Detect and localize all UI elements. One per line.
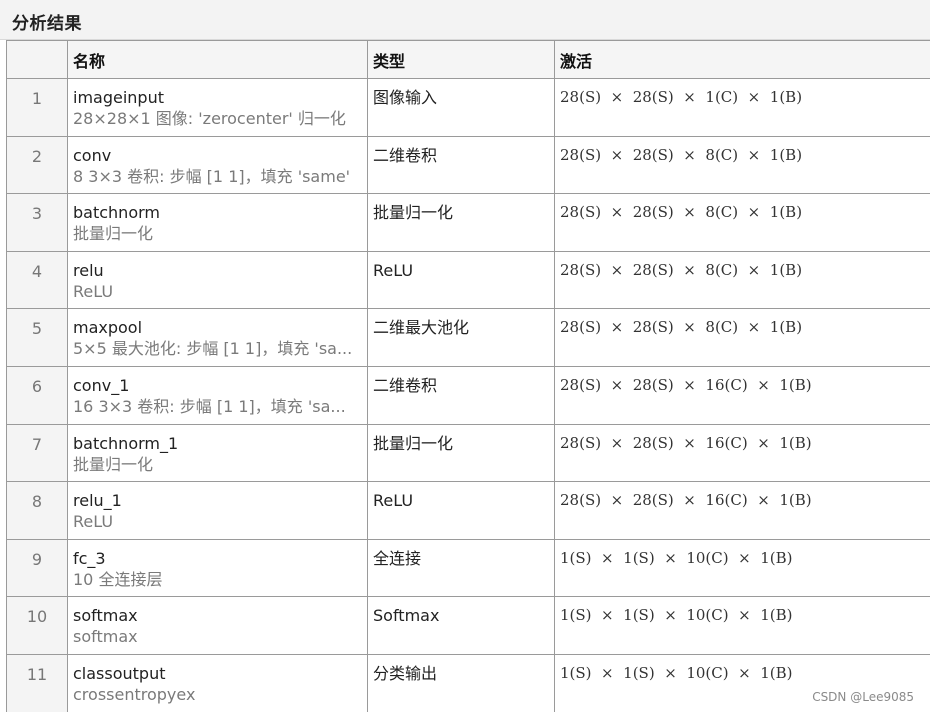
layer-type: Softmax (367, 596, 555, 655)
layer-activation: 28(S) × 28(S) × 16(C) × 1(B) (554, 423, 930, 483)
table-row[interactable]: 9 fc_3 10 全连接层 全连接 1(S) × 1(S) × 10(C) ×… (6, 538, 930, 598)
name-cell: conv 8 3×3 卷积: 步幅 [1 1]，填充 'same' (67, 135, 368, 195)
layer-activation: 28(S) × 28(S) × 8(C) × 1(B) (554, 193, 930, 252)
row-index: 6 (6, 365, 68, 425)
layer-description: 5×5 最大池化: 步幅 [1 1]，填充 'sa... (73, 339, 353, 359)
layer-name: relu_1 (73, 491, 122, 511)
layer-name: softmax (73, 606, 138, 626)
column-header-index[interactable] (6, 40, 68, 79)
layers-table-container[interactable]: 名称 类型 激活 1 imageinput 28×28×1 图像: 'zeroc… (6, 40, 930, 712)
table-row[interactable]: 11 classoutput crossentropyex 分类输出 1(S) … (6, 653, 930, 712)
layer-activation: 1(S) × 1(S) × 10(C) × 1(B) (554, 538, 930, 598)
table-row[interactable]: 8 relu_1 ReLU ReLU 28(S) × 28(S) × 16(C)… (6, 481, 930, 540)
layer-type: 二维最大池化 (367, 308, 555, 367)
layer-activation: 28(S) × 28(S) × 1(C) × 1(B) (554, 78, 930, 137)
table-row[interactable]: 1 imageinput 28×28×1 图像: 'zerocenter' 归一… (6, 78, 930, 137)
row-index: 3 (6, 193, 68, 252)
layer-name: conv (73, 145, 112, 165)
table-row[interactable]: 6 conv_1 16 3×3 卷积: 步幅 [1 1]，填充 'sa... 二… (6, 365, 930, 425)
layer-description: softmax (73, 627, 138, 647)
table-row[interactable]: 10 softmax softmax Softmax 1(S) × 1(S) ×… (6, 596, 930, 655)
column-header-name[interactable]: 名称 (67, 40, 368, 79)
layer-description: crossentropyex (73, 684, 196, 704)
layer-activation: 28(S) × 28(S) × 8(C) × 1(B) (554, 308, 930, 367)
table-row[interactable]: 4 relu ReLU ReLU 28(S) × 28(S) × 8(C) × … (6, 250, 930, 310)
layer-type: 分类输出 (367, 653, 555, 712)
layer-type: 二维卷积 (367, 365, 555, 425)
panel-header: 分析结果 (0, 0, 930, 40)
layer-description: ReLU (73, 281, 114, 301)
name-cell: fc_3 10 全连接层 (67, 538, 368, 598)
row-index: 9 (6, 538, 68, 598)
name-cell: softmax softmax (67, 596, 368, 655)
layer-name: batchnorm (73, 203, 160, 223)
column-header-type[interactable]: 类型 (367, 40, 555, 79)
name-cell: conv_1 16 3×3 卷积: 步幅 [1 1]，填充 'sa... (67, 365, 368, 425)
layer-type: 二维卷积 (367, 135, 555, 195)
layer-activation: 28(S) × 28(S) × 16(C) × 1(B) (554, 481, 930, 540)
row-index: 11 (6, 653, 68, 712)
layer-type: ReLU (367, 481, 555, 540)
layer-description: 10 全连接层 (73, 569, 163, 589)
layer-name: fc_3 (73, 548, 106, 568)
panel-title: 分析结果 (12, 14, 82, 34)
layer-type: 批量归一化 (367, 423, 555, 483)
row-index: 4 (6, 250, 68, 310)
layer-name: classoutput (73, 663, 166, 683)
layer-description: 16 3×3 卷积: 步幅 [1 1]，填充 'sa... (73, 396, 346, 416)
table-row[interactable]: 7 batchnorm_1 批量归一化 批量归一化 28(S) × 28(S) … (6, 423, 930, 483)
row-index: 2 (6, 135, 68, 195)
layer-description: 批量归一化 (73, 454, 154, 474)
name-cell: relu_1 ReLU (67, 481, 368, 540)
layer-name: batchnorm_1 (73, 433, 179, 453)
name-cell: relu ReLU (67, 250, 368, 310)
layer-description: 批量归一化 (73, 224, 154, 244)
layer-activation: 1(S) × 1(S) × 10(C) × 1(B) (554, 596, 930, 655)
name-cell: batchnorm_1 批量归一化 (67, 423, 368, 483)
layer-type: 全连接 (367, 538, 555, 598)
layer-description: 28×28×1 图像: 'zerocenter' 归一化 (73, 109, 346, 128)
layer-description: ReLU (73, 512, 114, 532)
table-row[interactable]: 3 batchnorm 批量归一化 批量归一化 28(S) × 28(S) × … (6, 193, 930, 252)
name-cell: imageinput 28×28×1 图像: 'zerocenter' 归一化 (67, 78, 368, 137)
table-body: 1 imageinput 28×28×1 图像: 'zerocenter' 归一… (6, 78, 930, 712)
row-index: 5 (6, 308, 68, 367)
layer-name: imageinput (73, 88, 164, 107)
layer-name: maxpool (73, 318, 143, 338)
name-cell: maxpool 5×5 最大池化: 步幅 [1 1]，填充 'sa... (67, 308, 368, 367)
row-index: 8 (6, 481, 68, 540)
layer-type: 图像输入 (367, 78, 555, 137)
name-cell: classoutput crossentropyex (67, 653, 368, 712)
layer-name: conv_1 (73, 375, 130, 395)
layer-name: relu (73, 260, 104, 280)
row-index: 10 (6, 596, 68, 655)
watermark: CSDN @Lee9085 (812, 690, 914, 704)
layers-table: 名称 类型 激活 1 imageinput 28×28×1 图像: 'zeroc… (6, 40, 930, 712)
layer-type: 批量归一化 (367, 193, 555, 252)
column-header-activation[interactable]: 激活 (554, 40, 930, 79)
layer-activation: 28(S) × 28(S) × 8(C) × 1(B) (554, 250, 930, 310)
table-row[interactable]: 5 maxpool 5×5 最大池化: 步幅 [1 1]，填充 'sa... 二… (6, 308, 930, 367)
layer-activation: 28(S) × 28(S) × 16(C) × 1(B) (554, 365, 930, 425)
layer-activation: 28(S) × 28(S) × 8(C) × 1(B) (554, 135, 930, 195)
layer-type: ReLU (367, 250, 555, 310)
name-cell: batchnorm 批量归一化 (67, 193, 368, 252)
layer-description: 8 3×3 卷积: 步幅 [1 1]，填充 'same' (73, 166, 351, 186)
table-header-row: 名称 类型 激活 (6, 40, 930, 79)
row-index: 7 (6, 423, 68, 483)
table-row[interactable]: 2 conv 8 3×3 卷积: 步幅 [1 1]，填充 'same' 二维卷积… (6, 135, 930, 195)
row-index: 1 (6, 78, 68, 137)
